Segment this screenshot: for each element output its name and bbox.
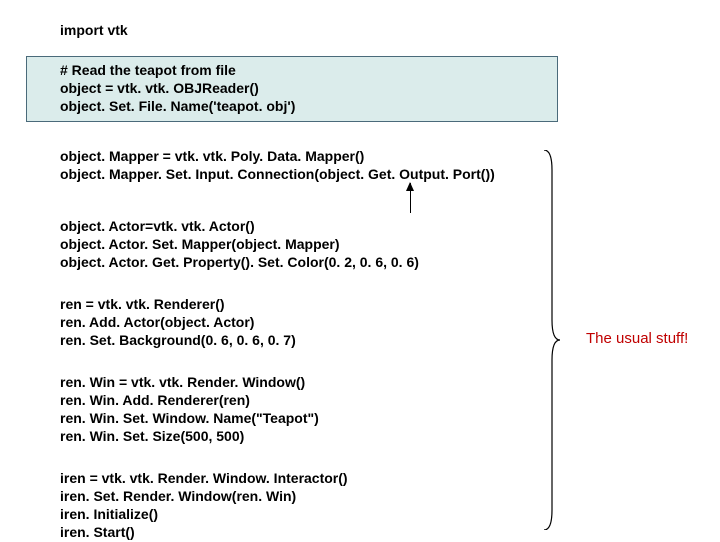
arrow-up-icon xyxy=(410,183,411,213)
code-line: iren. Start() xyxy=(60,524,135,542)
code-line: ren. Set. Background(0. 6, 0. 6, 0. 7) xyxy=(60,332,296,350)
code-line: ren. Win = vtk. vtk. Render. Window() xyxy=(60,374,305,392)
code-line: # Read the teapot from file xyxy=(60,62,236,80)
code-line: ren. Add. Actor(object. Actor) xyxy=(60,314,254,332)
annotation-text: The usual stuff! xyxy=(586,330,688,347)
slide: import vtk # Read the teapot from file o… xyxy=(0,0,720,540)
code-line: ren. Win. Add. Renderer(ren) xyxy=(60,392,250,410)
code-line: object. Mapper. Set. Input. Connection(o… xyxy=(60,166,495,184)
code-line: import vtk xyxy=(60,22,128,40)
code-line: iren. Set. Render. Window(ren. Win) xyxy=(60,488,296,506)
code-line: iren = vtk. vtk. Render. Window. Interac… xyxy=(60,470,348,488)
code-line: object. Set. File. Name('teapot. obj') xyxy=(60,98,295,116)
code-line: object. Actor. Set. Mapper(object. Mappe… xyxy=(60,236,340,254)
code-line: iren. Initialize() xyxy=(60,506,158,524)
code-line: object. Actor. Get. Property(). Set. Col… xyxy=(60,254,419,272)
code-line: object. Mapper = vtk. vtk. Poly. Data. M… xyxy=(60,148,364,166)
code-line: object. Actor=vtk. vtk. Actor() xyxy=(60,218,255,236)
code-line: object = vtk. vtk. OBJReader() xyxy=(60,80,259,98)
curly-brace-icon xyxy=(542,150,562,530)
code-line: ren = vtk. vtk. Renderer() xyxy=(60,296,225,314)
code-line: ren. Win. Set. Size(500, 500) xyxy=(60,428,244,446)
code-line: ren. Win. Set. Window. Name("Teapot") xyxy=(60,410,319,428)
